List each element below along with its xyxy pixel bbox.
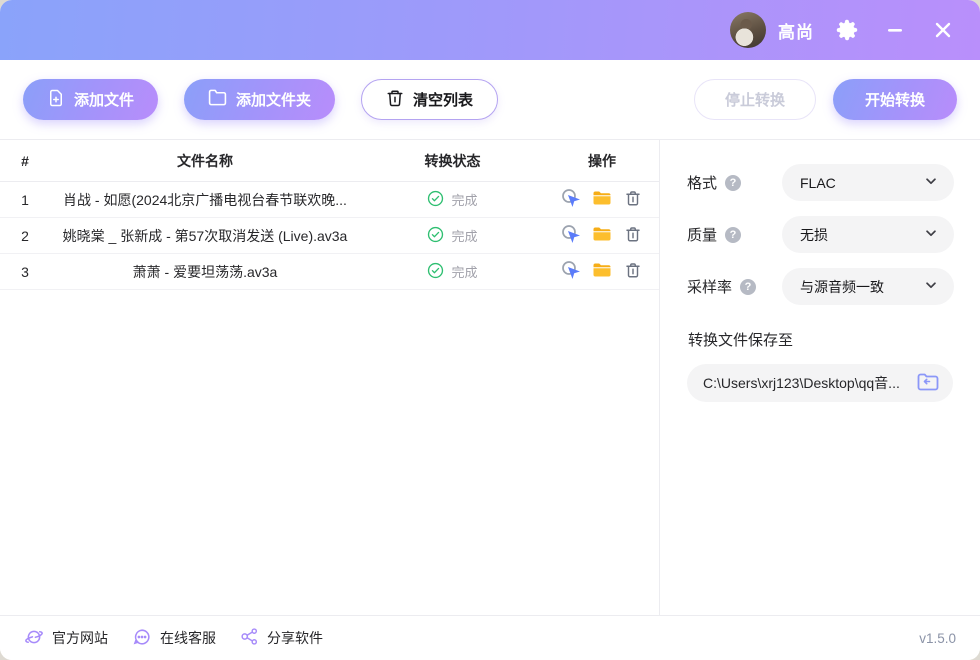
online-support-label: 在线客服	[160, 630, 216, 646]
save-path-label: 转换文件保存至	[688, 332, 794, 349]
close-icon	[934, 21, 952, 39]
add-folder-label: 添加文件夹	[236, 92, 312, 109]
official-website-link[interactable]: 官方网站	[24, 627, 108, 650]
status-text: 完成	[451, 193, 478, 208]
format-help-icon[interactable]: ?	[725, 174, 742, 191]
cursor-locate-icon	[561, 224, 581, 247]
cursor-locate-icon	[561, 188, 581, 211]
titlebar: 高尚	[0, 0, 980, 60]
toolbar: 添加文件 添加文件夹 清空列表 停止转换 开始转换	[0, 60, 980, 140]
clear-list-label: 清空列表	[413, 92, 474, 109]
format-value: FLAC	[800, 174, 836, 191]
folder-filled-icon	[592, 224, 612, 247]
header-filename: 文件名称	[177, 152, 233, 169]
quality-value: 无损	[800, 226, 828, 243]
locate-file-button[interactable]	[560, 225, 582, 247]
folder-icon	[208, 88, 227, 111]
row-filename: 肖战 - 如愿(2024北京广播电视台春节联欢晚...	[63, 191, 347, 208]
cursor-locate-icon	[561, 260, 581, 283]
quality-select[interactable]: 无损	[782, 216, 954, 253]
planet-icon	[24, 627, 44, 650]
check-circle-icon	[427, 226, 444, 246]
main-content: # 文件名称 转换状态 操作 1 肖战 - 如愿(2024北京广播电视台春节联欢…	[0, 140, 980, 615]
table-header: # 文件名称 转换状态 操作	[0, 140, 659, 182]
username: 高尚	[778, 22, 814, 42]
chevron-down-icon	[924, 226, 938, 243]
row-index: 3	[21, 263, 29, 280]
delete-file-button[interactable]	[622, 189, 644, 211]
file-table: # 文件名称 转换状态 操作 1 肖战 - 如愿(2024北京广播电视台春节联欢…	[0, 140, 660, 615]
trash-outline-icon	[624, 225, 642, 246]
save-path-box: C:\Users\xrj123\Desktop\qq音...	[687, 364, 953, 402]
row-filename: 姚晓棠 _ 张新成 - 第57次取消发送 (Live).av3a	[62, 227, 348, 244]
quality-help-icon[interactable]: ?	[725, 226, 742, 243]
delete-file-button[interactable]	[622, 225, 644, 247]
samplerate-help-icon[interactable]: ?	[740, 278, 757, 295]
folder-open-icon	[916, 371, 940, 396]
locate-file-button[interactable]	[560, 189, 582, 211]
start-convert-button[interactable]: 开始转换	[832, 79, 957, 120]
minimize-button[interactable]	[880, 15, 910, 45]
stop-convert-button[interactable]: 停止转换	[693, 79, 816, 120]
header-index: #	[21, 152, 29, 169]
quality-label: 质量	[687, 227, 718, 244]
row-filename: 萧萧 - 爱要坦荡荡.av3a	[132, 263, 278, 280]
header-status: 转换状态	[424, 152, 481, 169]
samplerate-label: 采样率	[687, 279, 733, 296]
save-path-value: C:\Users\xrj123\Desktop\qq音...	[703, 375, 900, 391]
gear-icon	[836, 19, 858, 41]
settings-button[interactable]	[832, 15, 862, 45]
locate-file-button[interactable]	[560, 261, 582, 283]
add-file-label: 添加文件	[74, 92, 135, 109]
clear-list-button[interactable]: 清空列表	[361, 79, 499, 120]
trash-icon	[386, 89, 404, 111]
row-status: 完成	[360, 226, 545, 246]
file-plus-icon	[47, 89, 65, 111]
row-index: 1	[21, 191, 29, 208]
open-folder-button[interactable]	[591, 189, 613, 211]
table-row: 1 肖战 - 如愿(2024北京广播电视台春节联欢晚... 完成	[0, 182, 659, 218]
chevron-down-icon	[924, 278, 938, 295]
row-index: 2	[21, 227, 29, 244]
delete-file-button[interactable]	[622, 261, 644, 283]
samplerate-select[interactable]: 与源音频一致	[782, 268, 954, 305]
online-support-link[interactable]: 在线客服	[132, 627, 216, 650]
format-label: 格式	[687, 175, 718, 192]
browse-folder-button[interactable]	[915, 371, 941, 395]
version-text: v1.5.0	[919, 630, 956, 646]
status-text: 完成	[451, 265, 478, 280]
status-text: 完成	[451, 229, 478, 244]
close-button[interactable]	[928, 15, 958, 45]
minimize-icon	[886, 21, 904, 39]
folder-filled-icon	[592, 188, 612, 211]
table-row: 3 萧萧 - 爱要坦荡荡.av3a 完成	[0, 254, 659, 290]
chat-icon	[132, 627, 152, 650]
chevron-down-icon	[924, 174, 938, 191]
samplerate-value: 与源音频一致	[800, 278, 884, 295]
folder-filled-icon	[592, 260, 612, 283]
avatar[interactable]	[730, 12, 766, 48]
add-folder-button[interactable]: 添加文件夹	[184, 79, 336, 120]
trash-outline-icon	[624, 189, 642, 210]
conversion-settings-panel: 格式 ? FLAC 质量 ? 无损 采样率 ? 与源音频一致 转换文件保存至 C…	[660, 140, 980, 615]
open-folder-button[interactable]	[591, 225, 613, 247]
check-circle-icon	[427, 190, 444, 210]
table-row: 2 姚晓棠 _ 张新成 - 第57次取消发送 (Live).av3a 完成	[0, 218, 659, 254]
header-actions: 操作	[588, 152, 616, 169]
row-status: 完成	[360, 190, 545, 210]
open-folder-button[interactable]	[591, 261, 613, 283]
share-app-label: 分享软件	[267, 630, 323, 646]
footer: 官方网站 在线客服 分享软件 v1.5.0	[0, 615, 980, 660]
share-app-link[interactable]: 分享软件	[240, 627, 323, 649]
row-status: 完成	[360, 262, 545, 282]
check-circle-icon	[427, 262, 444, 282]
format-select[interactable]: FLAC	[782, 164, 954, 201]
share-nodes-icon	[240, 627, 259, 649]
add-file-button[interactable]: 添加文件	[23, 79, 159, 120]
official-website-label: 官方网站	[52, 630, 108, 646]
trash-outline-icon	[624, 261, 642, 282]
app-window: 高尚 添加文件 添加文件夹 清空列表 停止转换 开始转换 # 文件名称 转换状态…	[0, 0, 980, 660]
